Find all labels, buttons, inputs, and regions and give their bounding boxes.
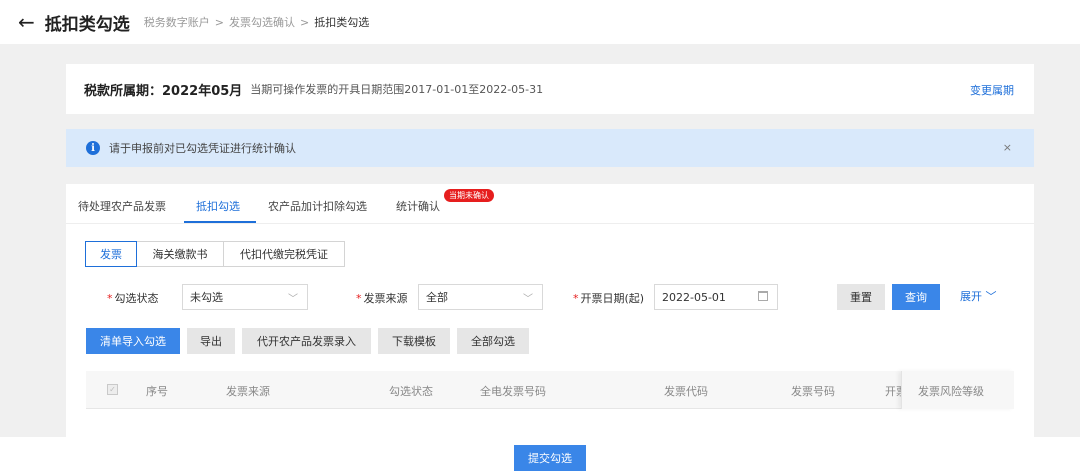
import-list-check-button[interactable]: 清单导入勾选: [86, 328, 180, 354]
start-date-picker[interactable]: 2022-05-01: [654, 284, 778, 310]
tab-deduction-check[interactable]: 抵扣勾选: [196, 198, 240, 214]
notice-banner: i 请于申报前对已勾选凭证进行统计确认 ×: [66, 129, 1034, 167]
export-button[interactable]: 导出: [187, 328, 235, 354]
column-header-invoice-code: 发票代码: [664, 385, 708, 398]
tax-period-label: 税款所属期：: [84, 83, 163, 99]
breadcrumb-item-account[interactable]: 税务数字账户: [144, 14, 210, 30]
active-tab-indicator: [184, 221, 256, 223]
notice-message: 请于申报前对已勾选凭证进行统计确认: [109, 142, 296, 155]
tab-statistics-confirm[interactable]: 统计确认: [396, 198, 440, 214]
tab-bar: 待处理农产品发票 抵扣勾选 农产品加计扣除勾选 统计确认 当期未确认: [66, 184, 1034, 224]
tab-pending-agri-invoices[interactable]: 待处理农产品发票: [78, 198, 166, 214]
column-header-check-status: 勾选状态: [389, 385, 433, 398]
chevron-down-icon: ﹀: [288, 294, 298, 305]
select-all-checkbox[interactable]: ✓: [107, 384, 118, 395]
download-template-button[interactable]: 下载模板: [378, 328, 450, 354]
document-type-switcher: 发票 海关缴款书 代扣代缴完税凭证: [85, 241, 345, 267]
back-arrow-icon[interactable]: ←: [18, 12, 35, 32]
subtab-withholding-certificate[interactable]: 代扣代缴完税凭证: [223, 241, 345, 267]
subtab-customs-payment[interactable]: 海关缴款书: [136, 241, 224, 267]
column-header-source: 发票来源: [226, 385, 270, 398]
column-header-e-invoice-number: 全电发票号码: [480, 385, 546, 398]
source-select[interactable]: 全部 ﹀: [418, 284, 543, 310]
status-select[interactable]: 未勾选 ﹀: [182, 284, 308, 310]
info-icon: i: [86, 141, 100, 155]
agri-invoice-entry-button[interactable]: 代开农产品发票录入: [242, 328, 371, 354]
unconfirmed-badge: 当期未确认: [444, 189, 494, 202]
column-header-index: 序号: [146, 385, 168, 398]
chevron-down-icon: ﹀: [523, 294, 533, 305]
expand-filters-toggle[interactable]: 展开 ﹀: [960, 288, 997, 304]
column-header-invoice-number: 发票号码: [791, 385, 835, 398]
main-panel: 待处理农产品发票 抵扣勾选 农产品加计扣除勾选 统计确认 当期未确认 发票 海关…: [66, 184, 1034, 440]
date-filter-label: * 开票日期(起): [573, 292, 645, 305]
calendar-icon: [758, 291, 768, 301]
fixed-column-risk: 发票风险等级: [901, 371, 1014, 409]
table-header: ✓ 序号 发票来源 勾选状态 全电发票号码 发票代码 发票号码 开票 发票风险等…: [86, 371, 1014, 409]
status-filter-label: * 勾选状态: [107, 292, 159, 305]
tax-period-card: 税款所属期： 2022年05月 当期可操作发票的开具日期范围2017-01-01…: [66, 64, 1034, 114]
subtab-invoice[interactable]: 发票: [85, 241, 137, 267]
source-filter-label: * 发票来源: [356, 292, 408, 305]
breadcrumb-item-current: 抵扣类勾选: [314, 16, 370, 29]
query-button[interactable]: 查询: [892, 284, 940, 310]
tab-agri-extra-deduction[interactable]: 农产品加计扣除勾选: [268, 198, 367, 214]
page-title: 抵扣类勾选: [44, 14, 130, 35]
tax-period-value: 2022年05月: [162, 83, 243, 99]
check-all-button[interactable]: 全部勾选: [457, 328, 529, 354]
reset-button[interactable]: 重置: [837, 284, 885, 310]
close-icon[interactable]: ×: [1003, 141, 1012, 154]
breadcrumb-separator: >: [299, 15, 310, 29]
breadcrumb-item-confirm[interactable]: 发票勾选确认: [229, 14, 295, 30]
submit-check-button[interactable]: 提交勾选: [514, 445, 586, 471]
tax-period-description: 当期可操作发票的开具日期范围2017-01-01至2022-05-31: [250, 83, 544, 96]
breadcrumb-separator: >: [214, 15, 224, 29]
change-period-link[interactable]: 变更属期: [970, 82, 1014, 98]
chevron-down-icon: ﹀: [985, 290, 997, 303]
column-header-risk-level: 发票风险等级: [918, 385, 984, 398]
top-bar: ← 抵扣类勾选 税务数字账户 > 发票勾选确认 > 抵扣类勾选: [0, 0, 1080, 44]
